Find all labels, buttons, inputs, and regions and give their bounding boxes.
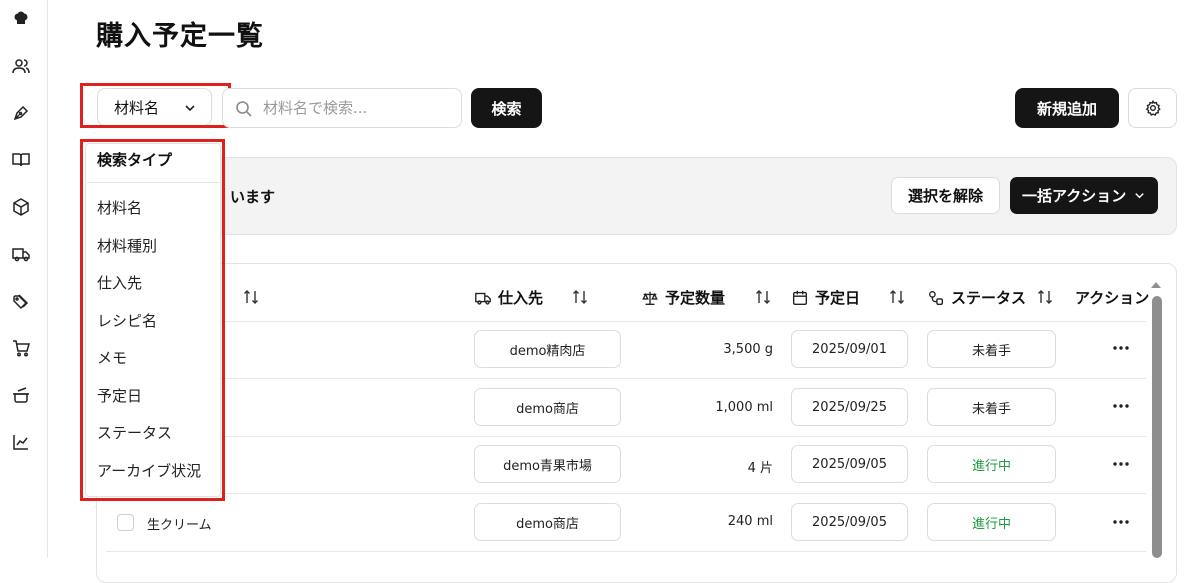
material-name-cell: 生クリーム [147, 518, 212, 533]
row-divider [106, 321, 1146, 322]
sort-icon[interactable] [242, 288, 260, 306]
pen-icon[interactable] [11, 103, 31, 123]
more-icon[interactable] [1110, 461, 1132, 467]
header-quantity[interactable]: 予定数量 [641, 287, 725, 308]
clear-selection-button[interactable]: 選択を解除 [891, 177, 1000, 214]
chart-icon[interactable] [11, 432, 31, 452]
row-divider [106, 551, 1146, 552]
header-quantity-label: 予定数量 [665, 289, 726, 307]
search-input[interactable] [263, 97, 453, 119]
status-cell[interactable]: 未着手 [927, 330, 1056, 368]
users-icon[interactable] [11, 56, 31, 76]
selection-count-text: います [230, 188, 276, 206]
header-supplier-label: 仕入先 [498, 289, 544, 307]
row-checkbox[interactable] [117, 514, 134, 531]
bulk-action-label: 一括アクション [1022, 187, 1127, 205]
status-cell[interactable]: 未着手 [927, 388, 1056, 426]
header-date[interactable]: 予定日 [791, 287, 860, 308]
bulk-action-button[interactable]: 一括アクション [1010, 177, 1158, 214]
workflow-icon [927, 289, 945, 307]
search-icon [235, 100, 253, 118]
chevron-down-icon [1133, 189, 1146, 202]
tags-icon[interactable] [11, 291, 31, 311]
chef-hat-icon[interactable] [11, 9, 31, 29]
add-new-button[interactable]: 新規追加 [1015, 88, 1119, 128]
header-date-label: 予定日 [815, 289, 861, 307]
more-icon[interactable] [1110, 403, 1132, 409]
scale-icon [641, 289, 659, 307]
supplier-cell[interactable]: demo精肉店 [474, 330, 621, 368]
sort-icon[interactable] [754, 288, 772, 306]
header-action-label: アクション [1075, 289, 1150, 307]
more-icon[interactable] [1110, 345, 1132, 351]
sort-icon[interactable] [571, 288, 589, 306]
header-supplier[interactable]: 仕入先 [474, 287, 543, 308]
search-field[interactable] [222, 88, 462, 128]
row-divider [106, 436, 1146, 437]
search-button[interactable]: 検索 [471, 88, 542, 128]
header-status[interactable]: ステータス [927, 287, 1026, 308]
cart-icon[interactable] [11, 338, 31, 358]
box-icon[interactable] [11, 197, 31, 217]
sort-icon[interactable] [1036, 288, 1054, 306]
supplier-cell[interactable]: demo青果市場 [474, 445, 621, 483]
header-status-label: ステータス [951, 289, 1027, 307]
quantity-cell: 240 ml [727, 514, 773, 529]
status-cell[interactable]: 進行中 [927, 503, 1056, 541]
sort-icon[interactable] [888, 288, 906, 306]
date-cell[interactable]: 2025/09/01 [791, 330, 908, 368]
status-cell[interactable]: 進行中 [927, 445, 1056, 483]
more-icon[interactable] [1110, 519, 1132, 525]
scroll-up-arrow[interactable] [1150, 280, 1162, 290]
sidebar [0, 0, 48, 558]
date-cell[interactable]: 2025/09/25 [791, 388, 908, 426]
supplier-cell[interactable]: demo商店 [474, 503, 621, 541]
truck-icon[interactable] [11, 244, 31, 264]
quantity-cell: 1,000 ml [715, 400, 773, 415]
calendar-icon [791, 289, 809, 307]
gear-icon [1144, 99, 1162, 117]
scrollbar-thumb[interactable] [1152, 296, 1162, 558]
supplier-cell[interactable]: demo商店 [474, 388, 621, 426]
settings-button[interactable] [1128, 88, 1177, 128]
page-title: 購入予定一覧 [96, 21, 264, 52]
date-cell[interactable]: 2025/09/05 [791, 445, 908, 483]
dropdown-highlight-box [80, 139, 225, 501]
truck-icon [474, 289, 492, 307]
date-cell[interactable]: 2025/09/05 [791, 503, 908, 541]
pot-icon[interactable] [11, 385, 31, 405]
book-icon[interactable] [11, 150, 31, 170]
quantity-cell: 3,500 g [723, 342, 773, 357]
select-highlight-box [80, 83, 231, 128]
row-divider [106, 493, 1146, 494]
header-action: アクション [1075, 287, 1149, 308]
quantity-cell: 4 片 [747, 461, 773, 476]
row-divider [106, 378, 1146, 379]
